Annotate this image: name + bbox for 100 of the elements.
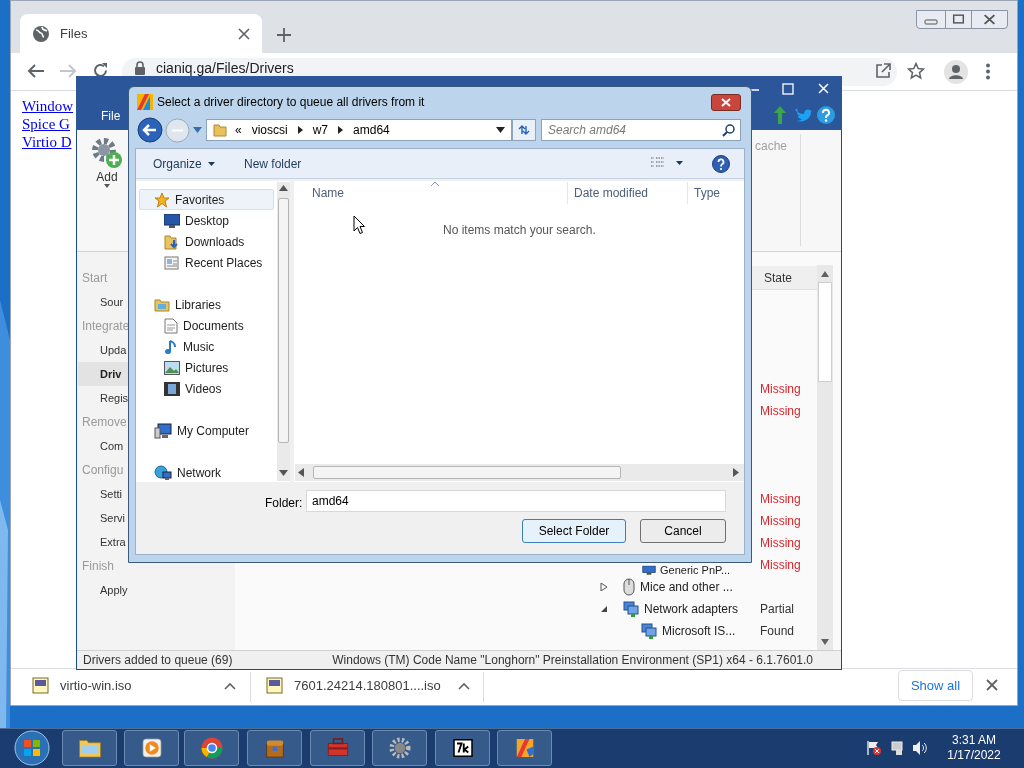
back-icon[interactable] [137,117,163,143]
nav-item[interactable]: Documents [139,315,274,336]
new-tab-icon[interactable] [277,28,291,42]
profile-icon[interactable] [944,60,968,84]
show-all-button[interactable]: Show all [898,670,973,701]
new-folder-button[interactable]: New folder [239,154,307,174]
download-item[interactable]: virtio-win.iso [32,672,248,700]
gear-plus-icon [90,136,124,170]
breadcrumb-item[interactable]: w7 [310,121,331,139]
chevron-right-icon[interactable] [338,126,344,134]
nav-item[interactable]: Network [139,462,274,483]
nav-item[interactable]: Upda [78,338,128,362]
breadcrumb-overflow[interactable]: « [235,121,242,139]
dropdown-icon[interactable] [496,127,505,133]
collapse-icon[interactable] [600,605,608,613]
browser-tab[interactable]: Files [20,14,262,54]
lock-icon [134,61,146,75]
folder-label: Folder: [265,495,303,512]
nav-item[interactable]: Servi [78,506,128,530]
search-icon[interactable] [722,124,735,137]
tree-item[interactable]: Mice and other ... [640,578,733,596]
close-icon[interactable] [986,679,998,691]
caret-icon [104,184,110,188]
network-status-icon[interactable] [890,740,906,756]
page-link[interactable]: Virtio D [22,133,74,151]
menu-icon[interactable] [985,63,991,80]
flag-icon[interactable] [866,740,882,756]
organize-button[interactable]: Organize [148,154,220,174]
search-field[interactable]: Search amd64 [541,119,741,141]
volume-icon[interactable] [912,740,928,756]
menu-tab[interactable]: File [101,109,121,123]
folder-icon [213,123,227,137]
scroll-thumb[interactable] [313,466,621,479]
status-text: Windows (TM) Code Name "Longhorn" Preinstallation Environment (SP1) x64 - 6.1.7601.0 [332,652,813,669]
help-icon[interactable] [712,155,730,173]
taskbar-button[interactable] [435,730,490,766]
scroll-up-icon[interactable] [279,185,288,191]
state-label: Missing [760,535,801,552]
empty-message: No items match your search. [443,222,596,239]
nav-item[interactable]: Downloads [139,231,274,252]
bird-icon[interactable] [794,107,812,122]
nav-item[interactable]: Favorites [139,189,274,210]
column-header[interactable]: Name [306,182,561,204]
breadcrumb-item[interactable]: amd64 [351,121,392,139]
tree-item[interactable]: Network adapters [644,600,739,618]
chevron-right-icon[interactable] [297,126,303,134]
nav-item[interactable]: Music [139,336,274,357]
state-label: Missing [760,557,801,574]
nav-item[interactable]: Videos [139,378,274,399]
reload-icon[interactable] [92,62,109,79]
nav-item[interactable]: Sour [78,290,128,314]
clock[interactable]: 3:31 AM 1/17/2022 [940,731,1008,765]
scroll-left-icon[interactable] [298,468,304,477]
share-icon[interactable] [874,62,892,80]
expand-icon[interactable] [600,583,608,591]
address-bar[interactable]: « vioscsi w7 amd64 [206,119,512,141]
scroll-thumb[interactable] [818,282,832,382]
column-header[interactable]: Date modified [567,182,687,204]
scroll-thumb[interactable] [278,198,289,443]
nav-item[interactable]: Com [78,434,128,458]
app-icon [137,94,153,110]
nav-item[interactable]: My Computer [139,420,274,441]
column-header[interactable]: State [764,270,793,286]
close-icon[interactable] [238,28,250,40]
view-options-icon[interactable] [650,157,684,169]
nav-item[interactable]: Extra [78,530,128,554]
page-link[interactable]: Spice G [22,115,74,133]
state-label: Found [760,623,795,640]
close-button[interactable] [711,94,741,111]
select-folder-button[interactable]: Select Folder [522,519,626,543]
star-icon[interactable] [907,62,925,80]
add-button[interactable]: Add [84,136,130,202]
nav-item[interactable]: Pictures [139,357,274,378]
help-icon[interactable] [817,106,835,124]
back-icon[interactable] [27,63,45,79]
chevron-up-icon[interactable] [224,682,236,690]
folder-field[interactable]: amd64 [306,490,726,512]
nav-item[interactable]: Libraries [139,294,274,315]
nav-item[interactable]: Setti [78,482,128,506]
nav-item[interactable]: Driv [78,362,128,386]
start-button[interactable] [12,729,52,767]
cancel-button[interactable]: Cancel [640,519,726,543]
nav-item[interactable]: Recent Places [139,252,274,273]
scroll-down-icon[interactable] [279,470,288,476]
tree-item[interactable]: Generic PnP... [660,564,731,576]
download-item[interactable]: 7601.24214.180801....iso [266,672,482,700]
refresh-button[interactable] [512,119,536,141]
taskbar-button[interactable] [124,730,179,766]
column-header[interactable]: Type [687,182,744,204]
scroll-right-icon[interactable] [733,468,739,477]
recent-places-icon [164,254,180,271]
nav-heading: Integrate [81,318,130,335]
breadcrumb-item[interactable]: vioscsi [249,121,290,139]
nav-item[interactable]: Desktop [139,210,274,231]
tree-item[interactable]: Microsoft IS... [662,622,736,640]
nav-item[interactable]: Regis [78,386,129,410]
page-link[interactable]: Window [22,97,74,115]
nav-item[interactable]: Apply [78,578,128,602]
state-label: Partial [760,601,794,618]
chevron-up-icon[interactable] [458,682,470,690]
